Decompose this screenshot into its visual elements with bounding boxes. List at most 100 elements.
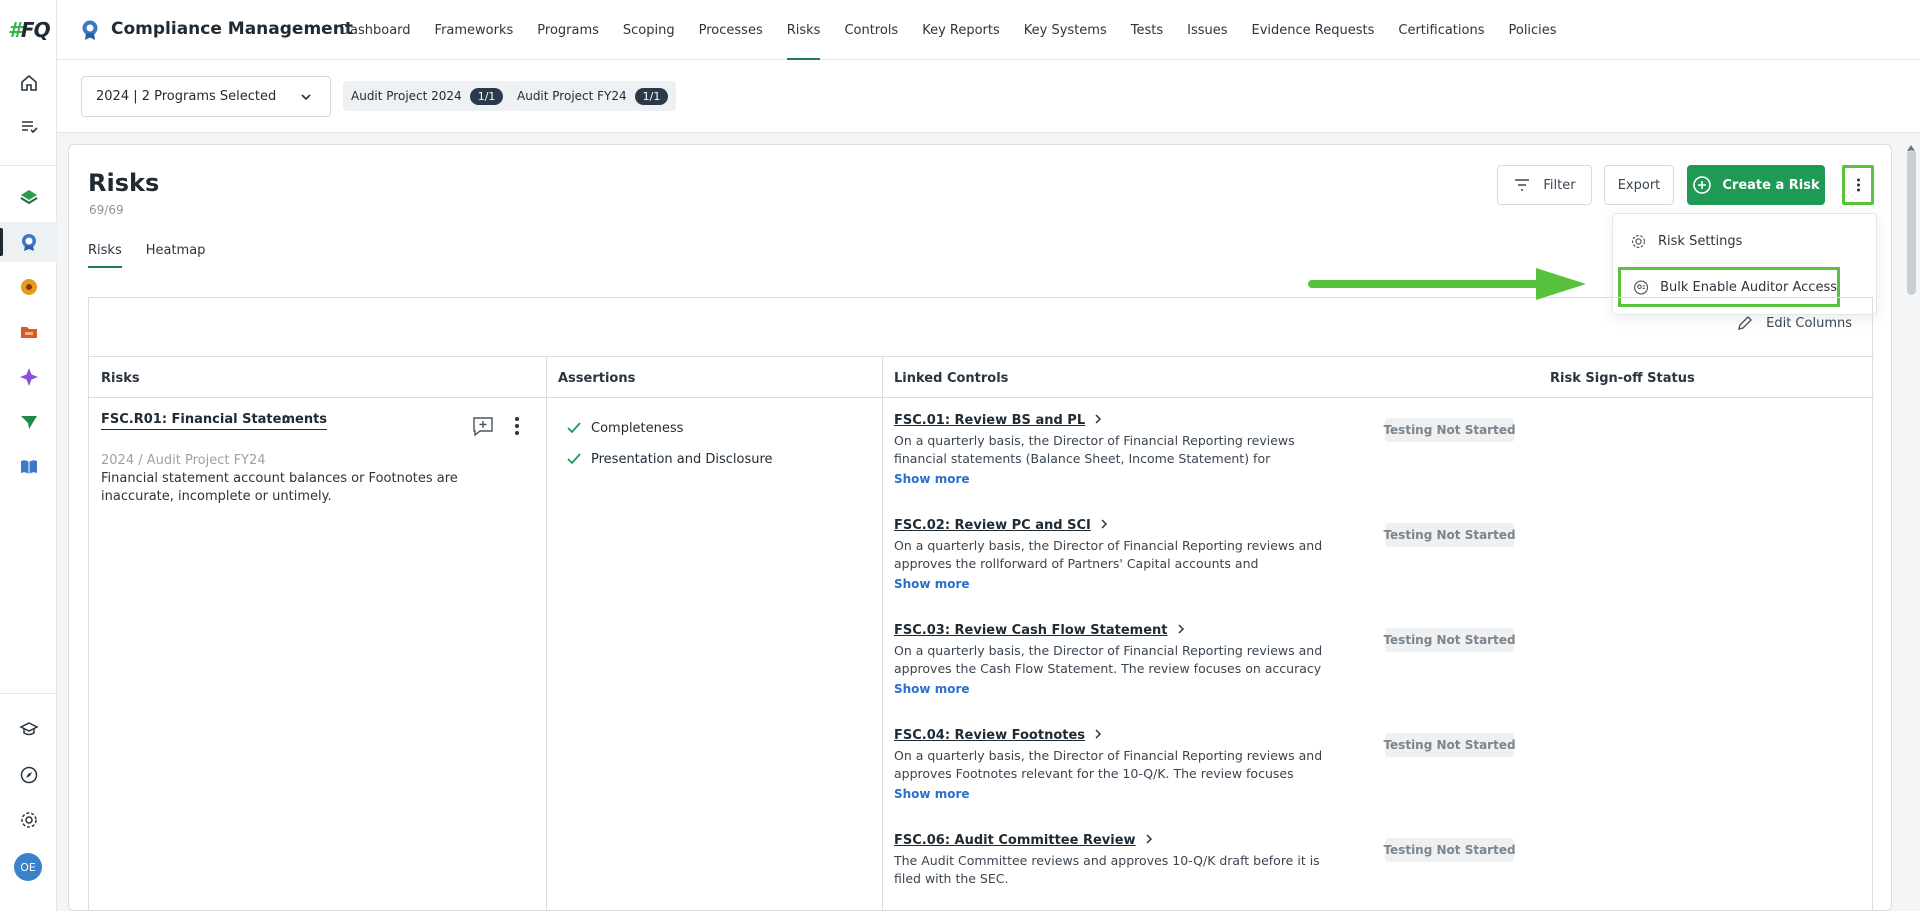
linked-control: FSC.01: Review BS and PL On a quarterly … (894, 413, 1324, 486)
linked-control: FSC.03: Review Cash Flow Statement On a … (894, 623, 1324, 696)
chip-count-badge: 1/1 (634, 87, 669, 105)
risks-card: Risks 69/69 Risks Heatmap Filter Export … (68, 144, 1892, 911)
risk-program-path: 2024 / Audit Project FY24 (101, 453, 266, 468)
chevron-right-icon[interactable] (1176, 623, 1186, 635)
control-description: On a quarterly basis, the Director of Fi… (894, 538, 1323, 571)
show-more-link[interactable]: Show more (894, 472, 1324, 486)
risk-count: 69/69 (89, 203, 124, 217)
left-rail: #FQ OE (0, 0, 57, 911)
nav-risks[interactable]: Risks (775, 0, 833, 60)
nav-menu: Dashboard Frameworks Programs Scoping Pr… (328, 0, 1569, 60)
task-list-icon[interactable] (0, 107, 57, 147)
nav-issues[interactable]: Issues (1175, 0, 1239, 60)
nav-processes[interactable]: Processes (687, 0, 775, 60)
layers-icon[interactable] (0, 177, 57, 217)
control-description: The Audit Committee reviews and approves… (894, 853, 1320, 886)
compliance-badge-icon (82, 20, 98, 40)
nav-key-systems[interactable]: Key Systems (1012, 0, 1119, 60)
gear-icon (1631, 234, 1646, 248)
nav-scoping[interactable]: Scoping (611, 0, 687, 60)
control-title-link[interactable]: FSC.02: Review PC and SCI (894, 518, 1091, 533)
app-logo[interactable]: #FQ (8, 18, 51, 42)
risks-table: Edit Columns Risks Assertions Linked Con… (88, 297, 1874, 910)
nav-evidence-requests[interactable]: Evidence Requests (1240, 0, 1387, 60)
send-icon[interactable] (0, 402, 57, 442)
risk-title-link[interactable]: FSC.R01: Financial Statements (101, 412, 328, 430)
nav-dashboard[interactable]: Dashboard (328, 0, 423, 60)
column-header-risks[interactable]: Risks (101, 357, 140, 399)
more-options-button[interactable] (1842, 165, 1874, 205)
check-icon (567, 422, 581, 434)
assertion-item: Completeness (566, 420, 683, 436)
linked-control: FSC.02: Review PC and SCI On a quarterly… (894, 518, 1324, 591)
program-selector[interactable]: 2024 | 2 Programs Selected (81, 76, 331, 117)
control-title-link[interactable]: FSC.06: Audit Committee Review (894, 833, 1136, 848)
tab-heatmap[interactable]: Heatmap (146, 243, 206, 268)
sync-icon[interactable] (0, 267, 57, 307)
add-comment-icon[interactable] (472, 415, 494, 437)
book-icon[interactable] (0, 447, 57, 487)
nav-certifications[interactable]: Certifications (1386, 0, 1496, 60)
check-icon (567, 453, 581, 465)
nav-tests[interactable]: Tests (1119, 0, 1175, 60)
pencil-icon (1738, 316, 1753, 330)
status-badge: Testing Not Started (1383, 523, 1516, 547)
status-badge: Testing Not Started (1383, 628, 1516, 652)
control-title-link[interactable]: FSC.03: Review Cash Flow Statement (894, 623, 1168, 638)
nav-key-reports[interactable]: Key Reports (910, 0, 1012, 60)
folder-icon[interactable] (0, 312, 57, 352)
show-more-link[interactable]: Show more (894, 682, 1324, 696)
top-nav: Compliance Management Dashboard Framewor… (57, 0, 1920, 60)
sparkle-icon[interactable] (0, 357, 57, 397)
control-description: On a quarterly basis, the Director of Fi… (894, 643, 1323, 676)
home-icon[interactable] (0, 63, 57, 103)
control-description: On a quarterly basis, the Director of Fi… (894, 748, 1323, 781)
chevron-right-icon[interactable] (282, 413, 292, 425)
tab-risks[interactable]: Risks (88, 243, 122, 268)
show-more-link[interactable]: Show more (894, 577, 1324, 591)
chevron-right-icon[interactable] (1144, 833, 1154, 845)
column-header-risk-signoff-status[interactable]: Risk Sign-off Status (1550, 357, 1695, 399)
kebab-icon (1856, 178, 1860, 192)
nav-policies[interactable]: Policies (1496, 0, 1568, 60)
compass-icon[interactable] (0, 755, 57, 795)
vertical-scrollbar[interactable] (1907, 150, 1916, 295)
linked-control: FSC.06: Audit Committee Review The Audit… (894, 833, 1324, 888)
risk-description: Financial statement account balances or … (101, 471, 458, 504)
menu-item-risk-settings[interactable]: Risk Settings (1618, 221, 1840, 261)
nav-frameworks[interactable]: Frameworks (423, 0, 526, 60)
program-chip[interactable]: Audit Project FY24 1/1 (509, 81, 677, 111)
create-risk-button[interactable]: Create a Risk (1687, 165, 1825, 205)
annotation-arrow-icon (1308, 268, 1586, 300)
compliance-badge-icon[interactable] (0, 222, 57, 262)
program-bar: 2024 | 2 Programs Selected Audit Project… (57, 60, 1920, 133)
nav-programs[interactable]: Programs (525, 0, 611, 60)
column-header-linked-controls[interactable]: Linked Controls (894, 357, 1008, 399)
table-header: Risks Assertions Linked Controls Risk Si… (89, 356, 1874, 398)
edit-columns-button[interactable]: Edit Columns (1736, 314, 1852, 332)
status-badge: Testing Not Started (1383, 838, 1516, 862)
chevron-right-icon[interactable] (1093, 413, 1103, 425)
auditor-icon (1634, 279, 1649, 295)
control-description: On a quarterly basis, the Director of Fi… (894, 433, 1295, 466)
show-more-link[interactable]: Show more (894, 787, 1324, 801)
column-header-assertions[interactable]: Assertions (558, 357, 635, 399)
chip-count-badge: 1/1 (469, 87, 504, 105)
status-badge: Testing Not Started (1383, 733, 1516, 757)
program-chip[interactable]: Audit Project 2024 1/1 (343, 81, 512, 111)
chevron-down-icon (301, 94, 311, 101)
avatar[interactable]: OE (14, 853, 42, 881)
settings-icon[interactable] (0, 800, 57, 840)
filter-button[interactable]: Filter (1497, 165, 1592, 205)
academy-icon[interactable] (0, 709, 57, 749)
kebab-icon[interactable] (507, 415, 527, 437)
nav-controls[interactable]: Controls (832, 0, 910, 60)
control-title-link[interactable]: FSC.01: Review BS and PL (894, 413, 1085, 428)
export-button[interactable]: Export (1604, 165, 1674, 205)
program-selector-value: 2024 | 2 Programs Selected (96, 89, 277, 104)
control-title-link[interactable]: FSC.04: Review Footnotes (894, 728, 1085, 743)
chevron-right-icon[interactable] (1093, 728, 1103, 740)
status-badge: Testing Not Started (1383, 418, 1516, 442)
plus-circle-icon (1693, 176, 1712, 194)
chevron-right-icon[interactable] (1099, 518, 1109, 530)
